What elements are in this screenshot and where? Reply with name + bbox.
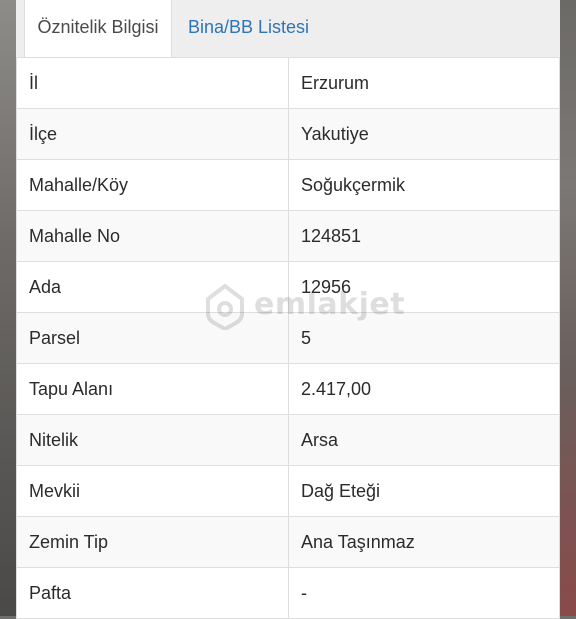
attribute-value: Arsa	[288, 414, 560, 466]
parcel-info-panel: Öznitelik Bilgisi Bina/BB Listesi İl Erz…	[16, 0, 560, 619]
table-row: Tapu Alanı 2.417,00	[16, 363, 560, 415]
table-row: İlçe Yakutiye	[16, 108, 560, 160]
tab-building-list[interactable]: Bina/BB Listesi	[174, 0, 323, 57]
attribute-value: Erzurum	[288, 57, 560, 109]
attribute-value: 2.417,00	[288, 363, 560, 415]
attribute-key: Mahalle No	[16, 210, 289, 262]
table-row: Mevkii Dağ Eteği	[16, 465, 560, 517]
attribute-key: İlçe	[16, 108, 289, 160]
attribute-key: Ada	[16, 261, 289, 313]
attribute-value: Ana Taşınmaz	[288, 516, 560, 568]
table-row: Ada 12956	[16, 261, 560, 313]
attribute-table: İl Erzurum İlçe Yakutiye Mahalle/Köy Soğ…	[16, 57, 560, 619]
attribute-key: Tapu Alanı	[16, 363, 289, 415]
attribute-key: Nitelik	[16, 414, 289, 466]
attribute-key: Mevkii	[16, 465, 289, 517]
attribute-value: 124851	[288, 210, 560, 262]
map-edge-right	[560, 0, 576, 616]
attribute-key: Parsel	[16, 312, 289, 364]
table-row: Pafta -	[16, 567, 560, 619]
table-row: Parsel 5	[16, 312, 560, 364]
attribute-value: -	[288, 567, 560, 619]
table-row: Zemin Tip Ana Taşınmaz	[16, 516, 560, 568]
attribute-key: Mahalle/Köy	[16, 159, 289, 211]
table-row: İl Erzurum	[16, 57, 560, 109]
attribute-key: Zemin Tip	[16, 516, 289, 568]
table-row: Mahalle/Köy Soğukçermik	[16, 159, 560, 211]
table-row: Nitelik Arsa	[16, 414, 560, 466]
attribute-value: Yakutiye	[288, 108, 560, 160]
attribute-value: Soğukçermik	[288, 159, 560, 211]
map-edge-left	[0, 0, 16, 616]
attribute-value: 5	[288, 312, 560, 364]
tab-bar: Öznitelik Bilgisi Bina/BB Listesi	[16, 0, 560, 58]
table-row: Mahalle No 124851	[16, 210, 560, 262]
attribute-key: Pafta	[16, 567, 289, 619]
attribute-value: 12956	[288, 261, 560, 313]
attribute-value: Dağ Eteği	[288, 465, 560, 517]
tab-attribute-info[interactable]: Öznitelik Bilgisi	[24, 0, 172, 58]
attribute-key: İl	[16, 57, 289, 109]
